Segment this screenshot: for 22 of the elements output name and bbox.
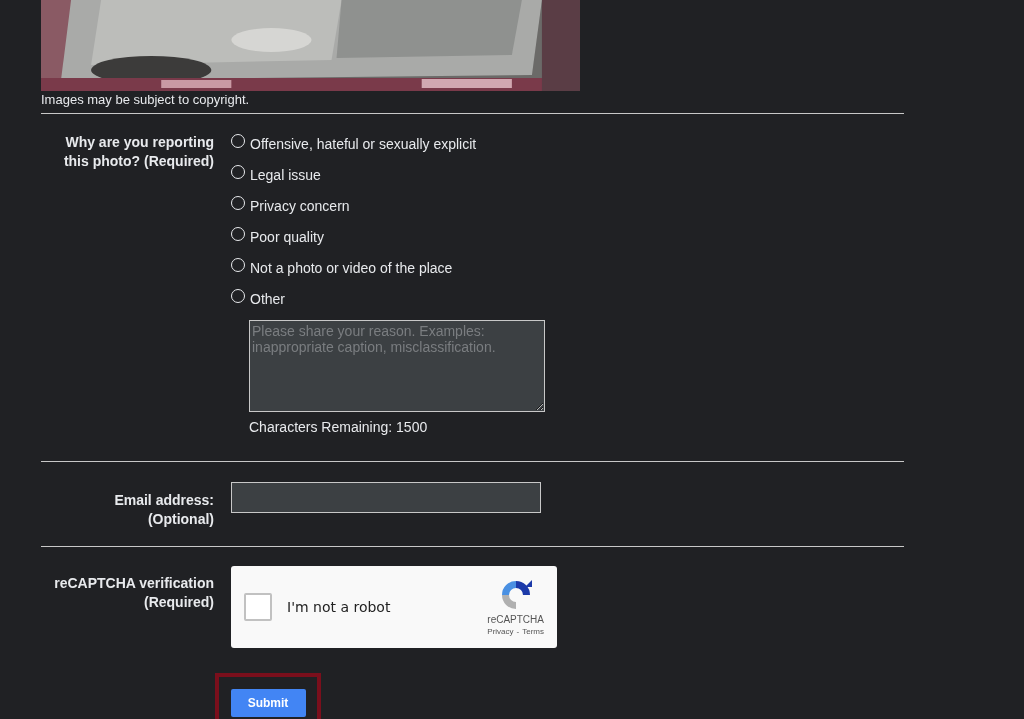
email-field[interactable] (231, 482, 541, 513)
captcha-brand: reCAPTCHA (487, 614, 544, 625)
reason-text-area[interactable]: Please share your reason. Examples: inappropriate caption, misclassification. (249, 320, 545, 412)
field-note: (Optional) (147, 510, 214, 529)
option-label: Legal issue (250, 167, 321, 183)
field-label: Email address: (114, 491, 214, 510)
submit-button[interactable]: Submit (230, 689, 306, 717)
field-label: Why are you reporting this photo? (Required) (62, 133, 214, 171)
option-label: Other (250, 291, 285, 307)
copyright-note: Images may be subject to copyright. (41, 92, 251, 108)
character-counter: Characters Remaining: 1500 (249, 419, 429, 435)
option-label: Poor quality (250, 229, 324, 245)
option-label: Offensive, hateful or sexually explicit (250, 136, 477, 152)
terms-link[interactable]: Terms (522, 627, 544, 636)
captcha-checkbox[interactable] (244, 593, 272, 621)
captcha-label: I'm not a robot (287, 599, 391, 615)
field-label: reCAPTCHA verification (54, 574, 214, 593)
option-label: Not a photo or video of the place (250, 260, 453, 276)
option-label: Privacy concern (250, 198, 350, 214)
field-note: (Required) (144, 593, 214, 612)
link-separator: - (516, 627, 520, 636)
privacy-link[interactable]: Privacy (487, 627, 514, 636)
